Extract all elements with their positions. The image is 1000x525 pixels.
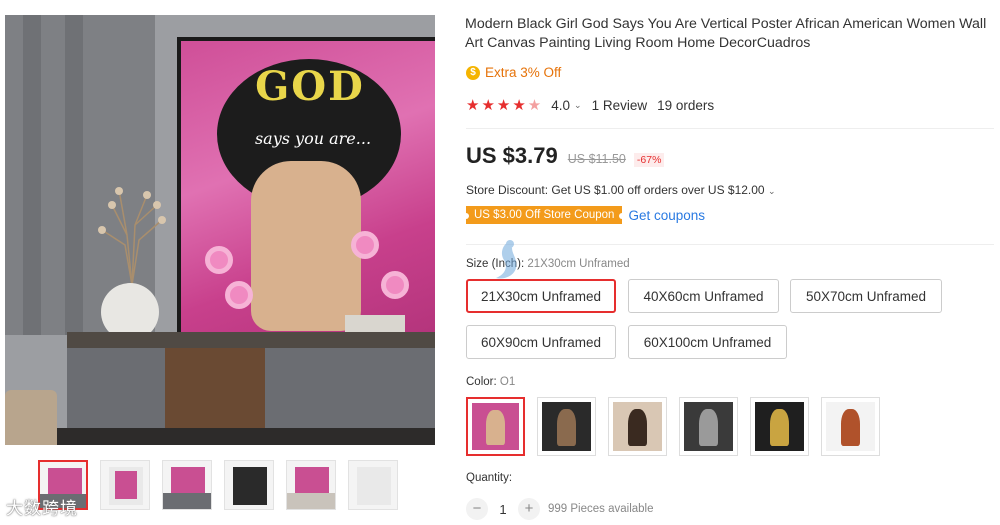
flower-decor xyxy=(205,246,233,274)
color-label: Color: xyxy=(466,376,497,388)
size-option-50x70[interactable]: 50X70cm Unframed xyxy=(790,279,942,313)
star-rating-icon[interactable]: ★★★★★ xyxy=(466,96,543,114)
size-option-40x60[interactable]: 40X60cm Unframed xyxy=(628,279,779,313)
divider xyxy=(466,128,994,129)
price-row: US $3.79 US $11.50 -67% xyxy=(466,143,665,169)
wall-panel xyxy=(23,15,41,335)
size-selected-value: 21X30cm Unframed xyxy=(527,258,630,270)
shelf xyxy=(67,332,435,348)
chevron-down-icon[interactable]: ⌄ xyxy=(574,100,582,111)
poster-artwork: GOD says you are... xyxy=(181,41,435,338)
color-selected-value: O1 xyxy=(499,376,516,388)
rating-value[interactable]: 4.0 xyxy=(551,98,570,113)
floor xyxy=(5,428,435,445)
thumbnail-room xyxy=(163,493,211,509)
size-option-21x30[interactable]: 21X30cm Unframed xyxy=(466,279,616,313)
quantity-stepper: − 1 + 999 Pieces available xyxy=(466,498,654,520)
swatch-image xyxy=(472,403,519,450)
coupon-row: US $3.00 Off Store Coupon Get coupons xyxy=(462,206,705,224)
thumbnail-5[interactable] xyxy=(286,460,336,510)
poster-figure xyxy=(251,161,361,331)
color-option-1[interactable] xyxy=(466,397,525,456)
store-coupon-badge: US $3.00 Off Store Coupon xyxy=(462,206,626,224)
thumbnail-image xyxy=(115,471,137,499)
orders-count: 19 orders xyxy=(657,97,715,113)
coin-icon: $ xyxy=(466,65,480,80)
extra-off-label: Extra 3% Off xyxy=(485,65,562,80)
swatch-image xyxy=(613,402,662,451)
flower-decor xyxy=(351,231,379,259)
size-option-60x100[interactable]: 60X100cm Unframed xyxy=(628,325,787,359)
store-discount[interactable]: Store Discount: Get US $1.00 off orders … xyxy=(466,183,776,197)
swatch-image xyxy=(684,402,733,451)
dried-branches-decor xyxy=(98,187,166,285)
divider xyxy=(466,244,994,245)
poster-subline: says you are... xyxy=(254,129,372,148)
thumbnail-2[interactable] xyxy=(100,460,150,510)
wall-panel xyxy=(65,15,83,335)
thumbnail-room xyxy=(287,493,335,509)
cabinet-wood-panel xyxy=(165,348,265,428)
color-option-5[interactable] xyxy=(750,397,809,456)
flower-decor xyxy=(381,271,409,299)
current-price: US $3.79 xyxy=(466,143,558,168)
thumbnail-strip xyxy=(38,460,408,512)
product-title: Modern Black Girl God Says You Are Verti… xyxy=(465,16,987,51)
swatch-image xyxy=(826,402,875,451)
color-option-2[interactable] xyxy=(537,397,596,456)
stock-available: 999 Pieces available xyxy=(548,503,654,515)
swatch-image xyxy=(755,402,804,451)
get-coupons-link[interactable]: Get coupons xyxy=(628,208,705,223)
poster-frame: GOD says you are... xyxy=(177,37,435,342)
thumbnail-6[interactable] xyxy=(348,460,398,510)
swatch-image xyxy=(542,402,591,451)
size-option-60x90[interactable]: 60X90cm Unframed xyxy=(466,325,616,359)
chevron-down-icon: ⌄ xyxy=(767,186,776,196)
thumbnail-4[interactable] xyxy=(224,460,274,510)
quantity-input[interactable]: 1 xyxy=(488,502,518,517)
original-price: US $11.50 xyxy=(567,152,626,166)
thumbnail-image xyxy=(357,467,391,505)
flower-decor xyxy=(225,281,253,309)
books-decor xyxy=(345,315,405,333)
main-product-image[interactable]: GOD says you are... xyxy=(5,15,435,445)
chair-decor xyxy=(5,390,57,445)
rating-row: ★★★★★ 4.0 ⌄ 1 Review 19 orders xyxy=(466,96,714,114)
poster-headline: GOD xyxy=(255,63,365,110)
store-discount-text: Store Discount: Get US $1.00 off orders … xyxy=(466,183,765,197)
thumbnail-3[interactable] xyxy=(162,460,212,510)
extra-off-promo[interactable]: $ Extra 3% Off xyxy=(466,65,561,80)
increment-button[interactable]: + xyxy=(518,498,540,520)
discount-badge: -67% xyxy=(633,153,665,167)
reviews-link[interactable]: 1 Review xyxy=(592,98,648,113)
color-option-3[interactable] xyxy=(608,397,667,456)
color-label-row: Color: O1 xyxy=(466,376,515,388)
color-option-4[interactable] xyxy=(679,397,738,456)
quantity-label: Quantity: xyxy=(466,472,513,484)
decrement-button[interactable]: − xyxy=(466,498,488,520)
thumbnail-image xyxy=(233,467,267,505)
watermark: 大数跨境 xyxy=(6,499,78,519)
color-option-6[interactable] xyxy=(821,397,880,456)
